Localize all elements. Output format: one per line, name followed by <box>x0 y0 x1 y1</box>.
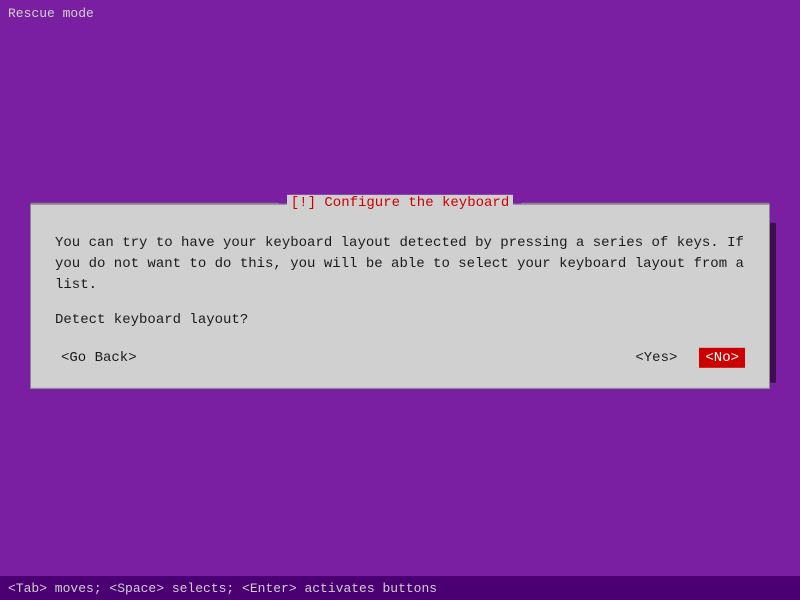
dialog-question: Detect keyboard layout? <box>55 312 745 328</box>
yes-button[interactable]: <Yes> <box>629 348 683 368</box>
title-line-left <box>31 202 279 203</box>
title-line-right <box>521 202 769 203</box>
dialog-title-bar: [!] Configure the keyboard <box>31 195 769 211</box>
window-title: Rescue mode <box>8 6 94 21</box>
no-button[interactable]: <No> <box>699 348 745 368</box>
dialog-buttons-right: <Yes> <No> <box>629 348 745 368</box>
status-bar-text: <Tab> moves; <Space> selects; <Enter> ac… <box>8 581 437 596</box>
go-back-button[interactable]: <Go Back> <box>55 348 143 368</box>
dialog-buttons-row: <Go Back> <Yes> <No> <box>55 348 745 368</box>
dialog-title: [!] Configure the keyboard <box>287 195 513 211</box>
dialog-body-text: You can try to have your keyboard layout… <box>55 233 745 296</box>
status-bar: <Tab> moves; <Space> selects; <Enter> ac… <box>0 576 800 600</box>
dialog-box: [!] Configure the keyboard You can try t… <box>30 204 770 389</box>
